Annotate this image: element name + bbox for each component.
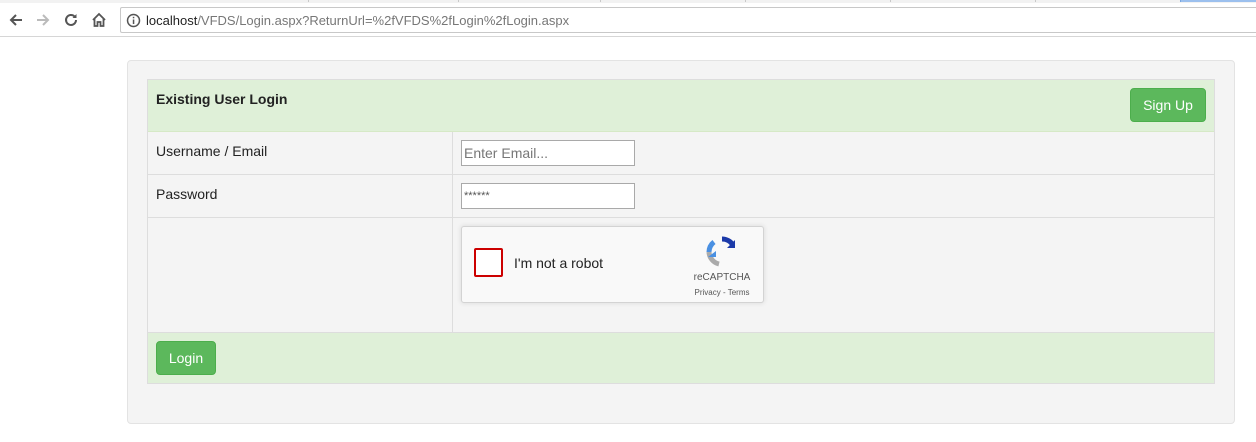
username-label-cell: Username / Email	[148, 132, 453, 174]
recaptcha-widget: I'm not a robot reCAPTCHA Privacy - Term…	[461, 226, 764, 303]
tab-divider	[1035, 0, 1036, 2]
username-row: Username / Email	[148, 132, 1214, 175]
login-header: Existing User Login Sign Up	[148, 80, 1214, 132]
forward-button[interactable]	[32, 9, 54, 31]
password-input[interactable]	[461, 183, 635, 209]
recaptcha-links: Privacy - Terms	[686, 288, 758, 297]
tab-active[interactable]	[1180, 0, 1256, 2]
password-row: Password	[148, 175, 1214, 218]
back-button[interactable]	[5, 9, 27, 31]
home-button[interactable]	[88, 9, 110, 31]
forward-arrow-icon	[37, 14, 50, 26]
tab-divider	[308, 0, 309, 2]
login-panel: Existing User Login Sign Up Username / E…	[147, 79, 1215, 384]
recaptcha-privacy-link[interactable]: Privacy	[695, 288, 721, 297]
address-bar[interactable]: localhost/VFDS/Login.aspx?ReturnUrl=%2fV…	[120, 7, 1256, 33]
login-title: Existing User Login	[156, 91, 288, 107]
username-input[interactable]	[461, 140, 635, 166]
login-button[interactable]: Login	[156, 341, 216, 375]
captcha-label-cell	[148, 218, 453, 332]
sign-up-button[interactable]: Sign Up	[1130, 88, 1206, 122]
url-host: localhost	[146, 13, 198, 28]
recaptcha-label: I'm not a robot	[514, 255, 604, 271]
tab-divider	[890, 0, 891, 2]
tab-divider	[458, 0, 459, 2]
back-arrow-icon	[9, 14, 22, 26]
recaptcha-checkbox[interactable]	[474, 248, 503, 277]
info-icon[interactable]	[126, 13, 141, 28]
login-footer: Login	[148, 333, 1214, 383]
reload-button[interactable]	[60, 9, 82, 31]
recaptcha-link-separator: -	[720, 288, 728, 297]
tab-divider	[745, 0, 746, 2]
recaptcha-brand: reCAPTCHA	[693, 272, 751, 283]
home-icon	[92, 12, 106, 27]
url-path: /VFDS/Login.aspx?ReturnUrl=%2fVFDS%2fLog…	[197, 13, 570, 28]
reload-icon	[65, 13, 77, 26]
password-label-cell: Password	[148, 175, 453, 217]
username-label: Username / Email	[156, 143, 268, 159]
url-text: localhost/VFDS/Login.aspx?ReturnUrl=%2fV…	[146, 13, 569, 28]
password-label: Password	[156, 186, 218, 202]
browser-toolbar: localhost/VFDS/Login.aspx?ReturnUrl=%2fV…	[0, 3, 1256, 37]
recaptcha-terms-link[interactable]: Terms	[728, 288, 750, 297]
captcha-row: I'm not a robot reCAPTCHA Privacy - Term…	[148, 218, 1214, 333]
recaptcha-logo-icon	[706, 236, 736, 267]
tab-divider	[600, 0, 601, 2]
